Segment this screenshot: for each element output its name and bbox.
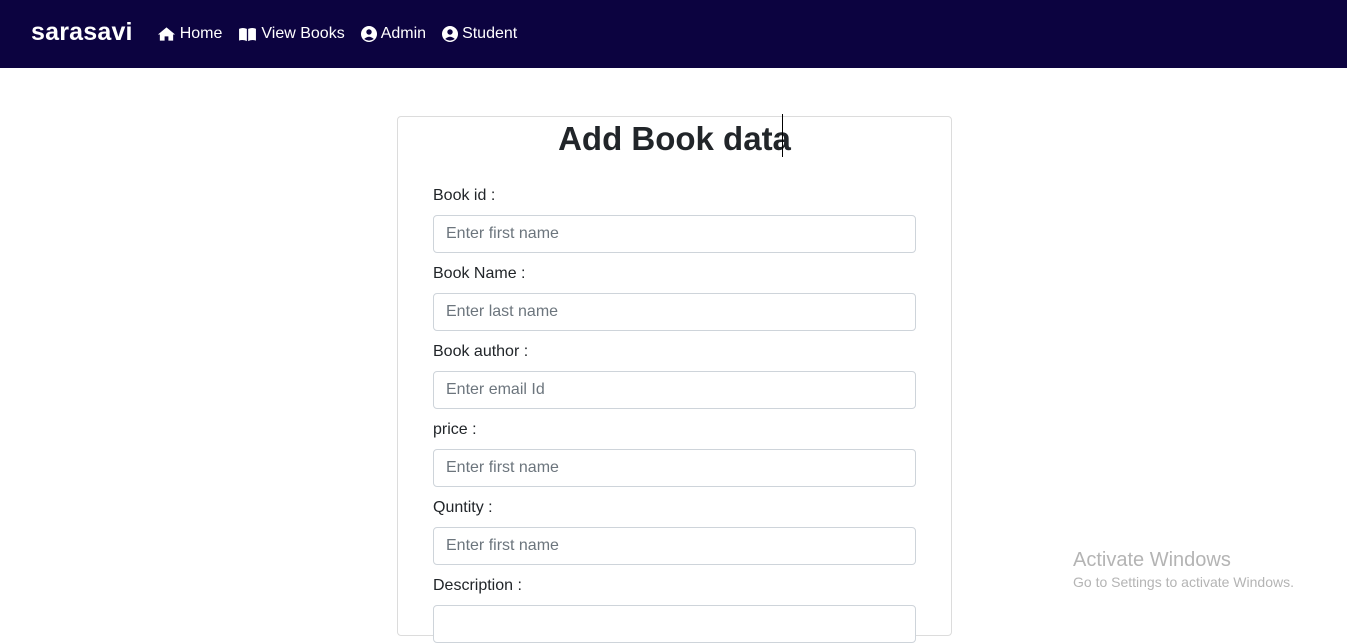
nav-item-student[interactable]: Student [442,25,517,43]
watermark-subtitle: Go to Settings to activate Windows. [1073,574,1294,590]
form-title: Add Book data [558,120,791,157]
description-label: Description : [433,577,522,594]
nav-item-view-books-label: View Books [261,25,345,42]
book-id-label: Book id : [433,187,496,204]
user-circle-icon [442,26,459,42]
price-input[interactable] [433,449,916,487]
nav-item-home[interactable]: Home [157,25,223,43]
text-cursor [782,114,783,157]
quantity-input[interactable] [433,527,916,565]
price-label: price : [433,421,477,438]
nav-item-admin[interactable]: Admin [360,25,427,43]
top-navbar: sarasavi Home View Books Admin Student [0,0,1347,68]
book-icon [239,27,257,41]
user-circle-icon [360,26,377,42]
nav-item-home-label: Home [179,25,223,42]
home-icon [157,27,175,41]
description-input[interactable] [433,605,916,643]
activate-windows-watermark: Activate Windows Go to Settings to activ… [1073,548,1294,592]
nav-item-view-books[interactable]: View Books [238,25,345,43]
book-name-input[interactable] [433,293,916,331]
brand-logo[interactable]: sarasavi [31,18,133,47]
book-author-input[interactable] [433,371,916,409]
watermark-title: Activate Windows [1073,549,1231,571]
book-name-label: Book Name : [433,265,526,282]
book-id-input[interactable] [433,215,916,253]
nav-item-admin-label: Admin [380,25,427,42]
nav-item-student-label: Student [462,25,518,42]
quantity-label: Quntity : [433,499,493,516]
book-author-label: Book author : [433,343,529,360]
add-book-form-card: Add Book data Book id : Book Name : Book… [397,114,952,643]
